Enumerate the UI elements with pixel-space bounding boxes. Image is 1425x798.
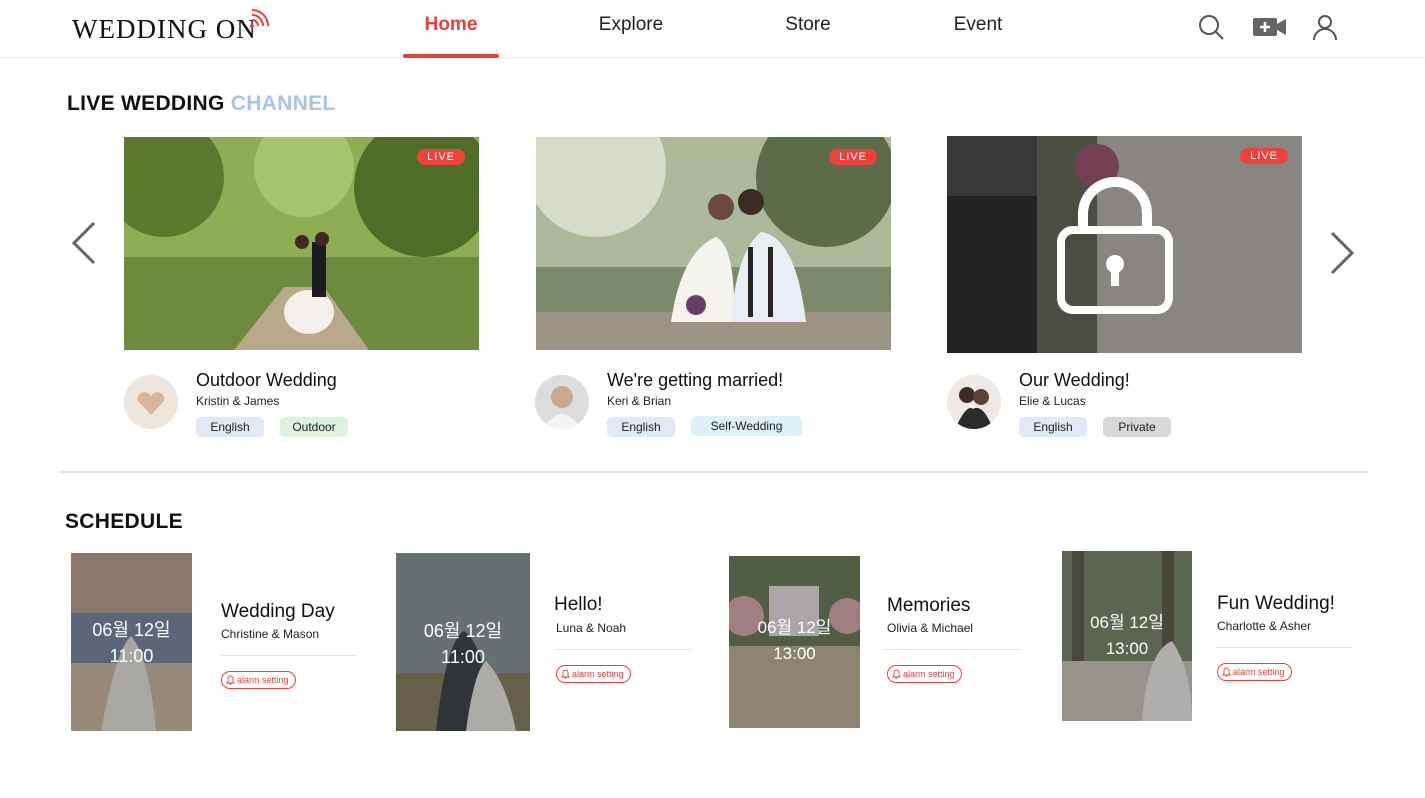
live-title-main: LIVE WEDDING: [67, 92, 225, 115]
live-card-thumbnail[interactable]: LIVE: [536, 137, 891, 350]
alarm-label: alarm setting: [1233, 667, 1285, 677]
schedule-thumbnail[interactable]: 06월 12일 13:00: [729, 556, 860, 728]
schedule-separator: [221, 655, 356, 656]
alarm-label: alarm setting: [903, 669, 955, 679]
user-icon[interactable]: [1310, 12, 1340, 42]
schedule-couple: Olivia & Michael: [887, 621, 974, 635]
carousel-prev-arrow-icon[interactable]: [70, 220, 100, 266]
live-card-title[interactable]: Our Wedding!: [1019, 370, 1130, 391]
nav-store[interactable]: Store: [760, 14, 856, 58]
carousel-next-arrow-icon[interactable]: [1326, 230, 1356, 276]
language-tag: English: [196, 417, 264, 437]
avatar[interactable]: [947, 375, 1001, 429]
top-navigation-bar: WEDDING ON Home Explore Store Event: [0, 0, 1425, 58]
live-badge: LIVE: [829, 149, 877, 165]
live-card-thumbnail[interactable]: LIVE: [124, 137, 479, 350]
lock-icon: [1057, 177, 1173, 314]
schedule-couple: Christine & Mason: [221, 627, 320, 641]
live-card-title[interactable]: We're getting married!: [607, 370, 783, 391]
schedule-couple: Luna & Noah: [556, 621, 627, 635]
live-title-accent: CHANNEL: [230, 92, 336, 115]
schedule-time: 13:00: [773, 644, 816, 663]
schedule-title[interactable]: Wedding Day: [221, 601, 335, 623]
couple-sitting-photo: [536, 137, 891, 350]
language-tag: English: [607, 417, 675, 437]
nav-explore[interactable]: Explore: [583, 14, 679, 58]
alarm-label: alarm setting: [237, 675, 289, 685]
alarm-label: alarm setting: [572, 669, 624, 679]
category-tag: Self-Wedding: [691, 416, 802, 436]
schedule-section-title: SCHEDULE: [65, 510, 183, 533]
live-card-title[interactable]: Outdoor Wedding: [196, 370, 337, 391]
outdoor-wedding-photo: [124, 137, 479, 350]
schedule-date: 06월 12일: [423, 621, 503, 641]
schedule-date: 06월 12일: [757, 618, 832, 637]
schedule-date: 06월 12일: [1090, 613, 1164, 632]
section-divider: [58, 471, 1369, 473]
language-tag: English: [1019, 417, 1087, 437]
live-card-thumbnail[interactable]: LIVE: [947, 136, 1302, 353]
schedule-time: 11:00: [441, 647, 485, 667]
schedule-title[interactable]: Fun Wedding!: [1217, 593, 1335, 615]
schedule-thumbnail[interactable]: 06월 12일 11:00: [71, 553, 192, 731]
schedule-thumbnail[interactable]: 06월 12일 11:00: [396, 553, 530, 731]
bell-icon: [892, 669, 901, 679]
category-tag: Outdoor: [280, 417, 348, 437]
schedule-separator: [883, 649, 1021, 650]
app-logo[interactable]: WEDDING ON: [72, 14, 257, 45]
search-icon[interactable]: [1196, 12, 1226, 42]
avatar[interactable]: [535, 375, 589, 429]
bell-icon: [226, 675, 235, 685]
alarm-setting-button[interactable]: alarm setting: [887, 665, 962, 683]
schedule-title[interactable]: Memories: [887, 595, 970, 617]
signal-waves-icon: [250, 9, 269, 28]
bell-icon: [561, 669, 570, 679]
live-badge: LIVE: [1240, 148, 1288, 164]
schedule-separator: [1215, 647, 1353, 648]
alarm-setting-button[interactable]: alarm setting: [556, 665, 631, 683]
live-section-title: LIVE WEDDING CHANNEL: [67, 92, 336, 116]
schedule-title[interactable]: Hello!: [554, 594, 603, 616]
alarm-setting-button[interactable]: alarm setting: [1217, 663, 1292, 681]
nav-home[interactable]: Home: [403, 14, 499, 58]
nav-event[interactable]: Event: [930, 14, 1026, 58]
bell-icon: [1222, 667, 1231, 677]
schedule-date: 06월 12일: [92, 620, 171, 640]
alarm-setting-button[interactable]: alarm setting: [221, 671, 296, 689]
live-card-couple: Elie & Lucas: [1019, 394, 1086, 408]
live-card-couple: Kristin & James: [196, 394, 280, 408]
schedule-time: 11:00: [109, 646, 154, 666]
schedule-thumbnail[interactable]: 06월 12일 13:00: [1062, 551, 1192, 721]
nav-active-indicator: [403, 54, 499, 58]
live-badge: LIVE: [417, 149, 465, 165]
schedule-separator: [556, 649, 691, 650]
live-card-couple: Keri & Brian: [607, 394, 672, 408]
avatar[interactable]: [124, 375, 178, 429]
schedule-time: 13:00: [1105, 639, 1149, 658]
schedule-couple: Charlotte & Asher: [1217, 619, 1312, 633]
category-tag: Private: [1103, 417, 1171, 437]
add-video-icon[interactable]: [1252, 12, 1288, 42]
